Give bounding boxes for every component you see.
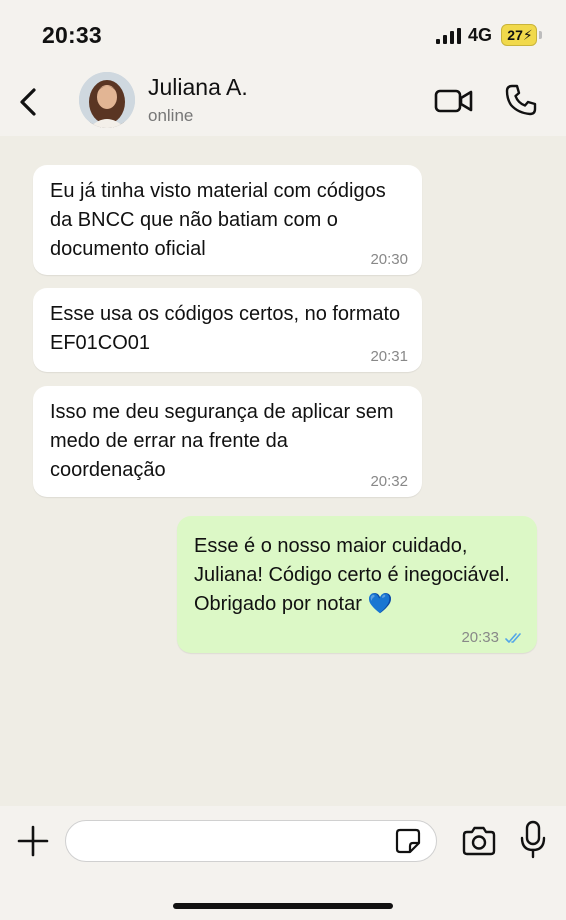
message-text: Isso me deu segurança de aplicar sem med… [50,401,394,481]
phone-icon[interactable] [504,83,538,117]
chat-area[interactable]: Eu já tinha visto material com códigos d… [0,136,566,806]
avatar-photo [79,72,135,128]
message-input[interactable] [65,820,437,862]
message-time: 20:31 [370,348,408,365]
message-text: Eu já tinha visto material com códigos d… [50,180,386,260]
message-time: 20:33 [461,629,499,646]
status-bar: 20:33 4G 27⚡ [0,0,566,70]
message-time: 20:30 [370,251,408,268]
network-type: 4G [468,25,493,45]
plus-icon[interactable] [16,824,50,858]
message-bubble-incoming[interactable]: Eu já tinha visto material com códigos d… [33,165,422,275]
message-composer [0,806,566,920]
battery-icon: 27⚡ [501,24,537,46]
chat-header: Juliana A. online [0,70,566,136]
message-bubble-incoming[interactable]: Esse usa os códigos certos, no formato E… [33,288,422,372]
battery-cap [539,31,542,39]
status-time: 20:33 [42,22,102,48]
message-text: Esse usa os códigos certos, no formato E… [50,303,401,354]
message-text: Esse é o nosso maior cuidado, Juliana! C… [194,535,510,615]
signal-strength-icon [436,28,461,44]
contact-status: online [148,106,194,125]
sticker-icon[interactable] [394,827,422,855]
video-call-icon[interactable] [434,86,474,116]
message-time: 20:32 [370,473,408,490]
message-bubble-incoming[interactable]: Isso me deu segurança de aplicar sem med… [33,386,422,497]
camera-icon[interactable] [461,825,497,857]
contact-name[interactable]: Juliana A. [148,74,248,101]
microphone-icon[interactable] [518,820,548,860]
home-indicator[interactable] [173,903,393,909]
avatar[interactable] [79,72,135,128]
read-receipt-icon [505,633,521,643]
battery-level: 27⚡ [507,27,533,43]
message-bubble-outgoing[interactable]: Esse é o nosso maior cuidado, Juliana! C… [177,516,537,653]
back-arrow-icon[interactable] [14,84,44,120]
